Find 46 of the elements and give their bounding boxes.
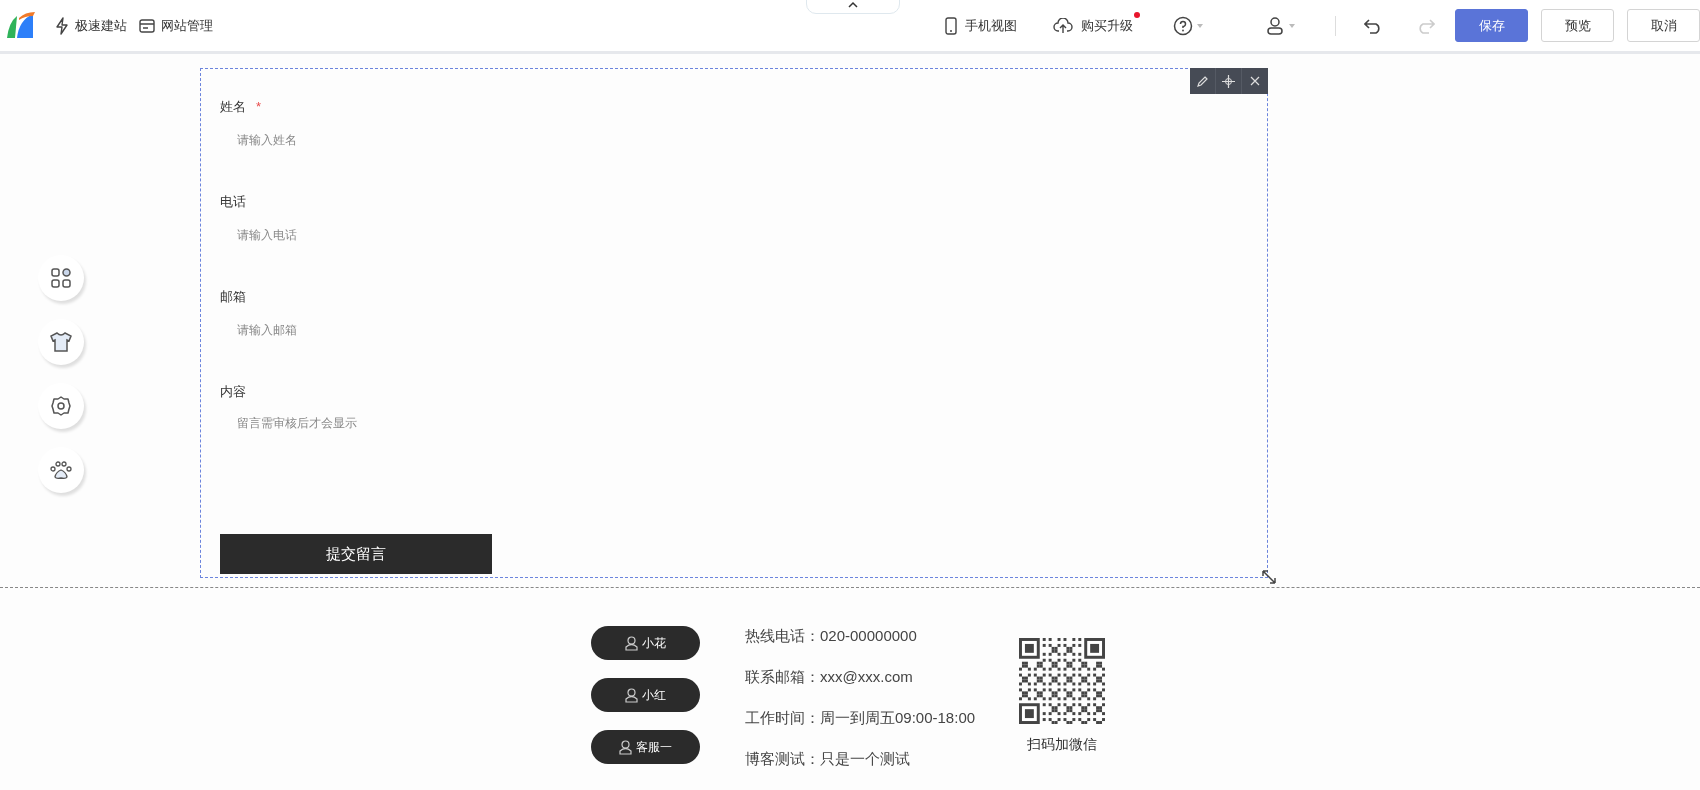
field-label: 内容 — [220, 383, 246, 402]
input-field[interactable]: 请输入电话 — [220, 218, 820, 252]
message-textarea[interactable]: 留言需审核后才会显示 — [220, 408, 820, 518]
person-icon — [625, 687, 638, 703]
nav-link[interactable]: 极速建站 — [75, 15, 127, 36]
settings-icon — [51, 396, 71, 416]
contact-info-line: 工作时间：周一到周五09:00-18:00 — [745, 708, 976, 728]
caret-icon — [1197, 23, 1203, 28]
required-asterisk: * — [256, 98, 262, 117]
resize-handle-icon[interactable] — [1261, 569, 1277, 585]
qr-caption: 扫码加微信 — [1027, 735, 1098, 754]
contact-button[interactable]: 小花 — [591, 626, 700, 660]
toolbar-button[interactable]: 预览 — [1541, 9, 1614, 42]
shirt-icon — [50, 332, 72, 352]
toolbar-button[interactable]: 取消 — [1627, 9, 1700, 42]
input-field[interactable]: 请输入姓名 — [220, 123, 820, 157]
field-label: 电话 — [220, 193, 246, 212]
grid-icon — [51, 268, 71, 288]
contact-info-line: 联系邮箱：xxx@xxx.com — [745, 667, 914, 687]
user-icon[interactable] — [1265, 15, 1285, 36]
help-icon[interactable] — [1173, 15, 1193, 36]
contact-button[interactable]: 客服一 — [591, 730, 700, 764]
paw-icon — [50, 460, 72, 480]
submit-button[interactable]: 提交留言 — [220, 534, 492, 574]
field-label: 姓名 — [220, 98, 246, 117]
contact-info-line: 博客测试：只是一个测试 — [745, 749, 911, 769]
contact-button[interactable]: 小红 — [591, 678, 700, 712]
person-icon — [625, 635, 638, 651]
toolbar-button[interactable]: 保存 — [1455, 9, 1528, 42]
toolbar-link[interactable]: 购买升级 — [1081, 15, 1133, 36]
field-label: 邮箱 — [220, 288, 246, 307]
input-field[interactable]: 请输入邮箱 — [220, 313, 820, 347]
person-icon — [619, 739, 632, 755]
caret-icon — [1289, 23, 1295, 28]
contact-info-line: 热线电话：020-00000000 — [745, 626, 918, 646]
browser-icon — [139, 18, 155, 33]
close-icon — [1250, 76, 1260, 86]
undo-icon[interactable] — [1364, 17, 1382, 34]
phone-icon — [945, 16, 957, 35]
nav-link[interactable]: 网站管理 — [161, 15, 213, 36]
lightning-icon — [55, 16, 69, 35]
chevron-up-icon — [848, 1, 858, 9]
toolbar-link[interactable]: 手机视图 — [965, 15, 1017, 36]
pencil-icon — [1197, 75, 1208, 87]
cloud-upload-icon — [1053, 17, 1073, 34]
move-icon — [1222, 74, 1235, 88]
